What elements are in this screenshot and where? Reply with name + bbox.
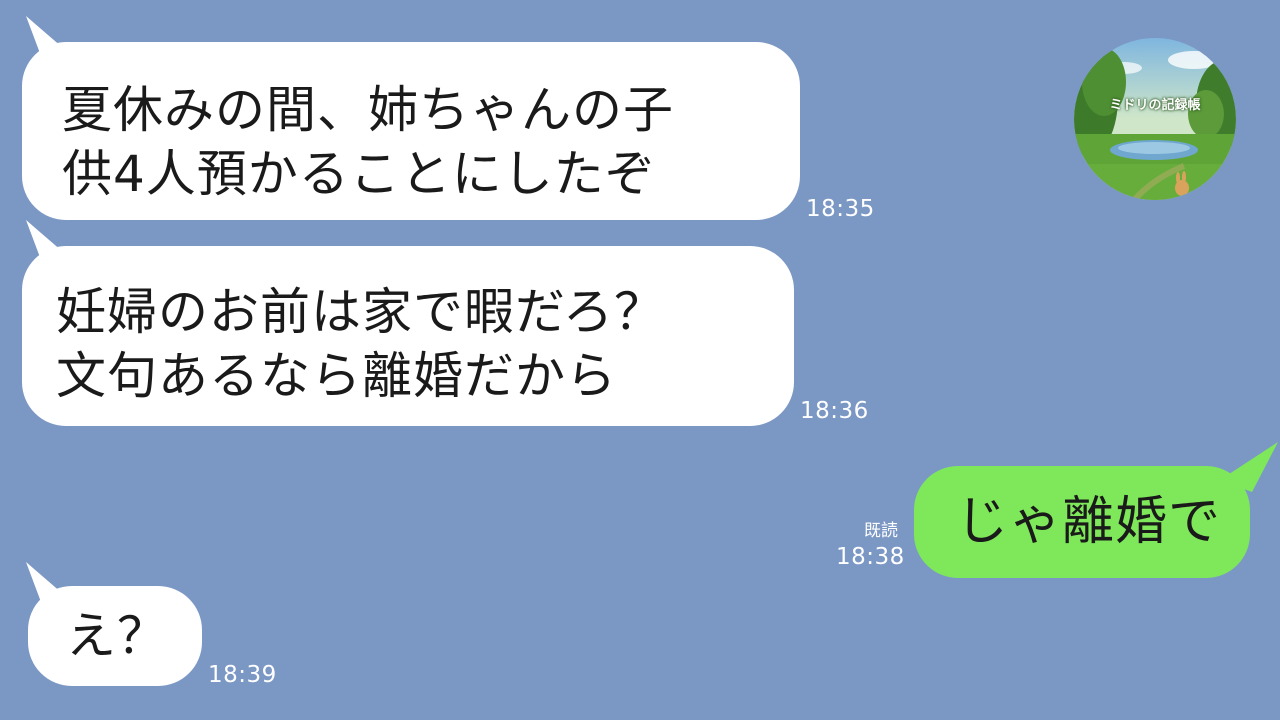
message-text: 妊婦のお前は家で暇だろ？ 文句あるなら離婚だから [56,283,665,405]
chat-area: 夏休みの間、姉ちゃんの子 供4人預かることにしたぞ 18:35 妊婦のお前は家で… [0,0,1280,720]
message-bubble-received[interactable]: 夏休みの間、姉ちゃんの子 供4人預かることにしたぞ [22,42,800,220]
message-bubble-sent[interactable]: じゃ離婚で [914,466,1250,578]
message-bubble-received[interactable]: え？ [28,586,202,686]
landscape-avatar-icon [1074,38,1236,200]
contact-avatar[interactable]: ミドリの記録帳 [1074,38,1236,200]
message-text: え？ [66,607,168,665]
message-timestamp: 18:39 [208,662,277,688]
message-timestamp: 18:38 [836,544,905,570]
message-text: じゃ離婚で [956,492,1222,552]
message-timestamp: 18:35 [806,196,875,222]
avatar-label: ミドリの記録帳 [1109,98,1201,113]
message-timestamp: 18:36 [800,398,869,424]
message-bubble-received[interactable]: 妊婦のお前は家で暇だろ？ 文句あるなら離婚だから [22,246,794,426]
read-receipt: 既読 [864,521,898,541]
message-text: 夏休みの間、姉ちゃんの子 供4人預かることにしたぞ [62,81,674,203]
